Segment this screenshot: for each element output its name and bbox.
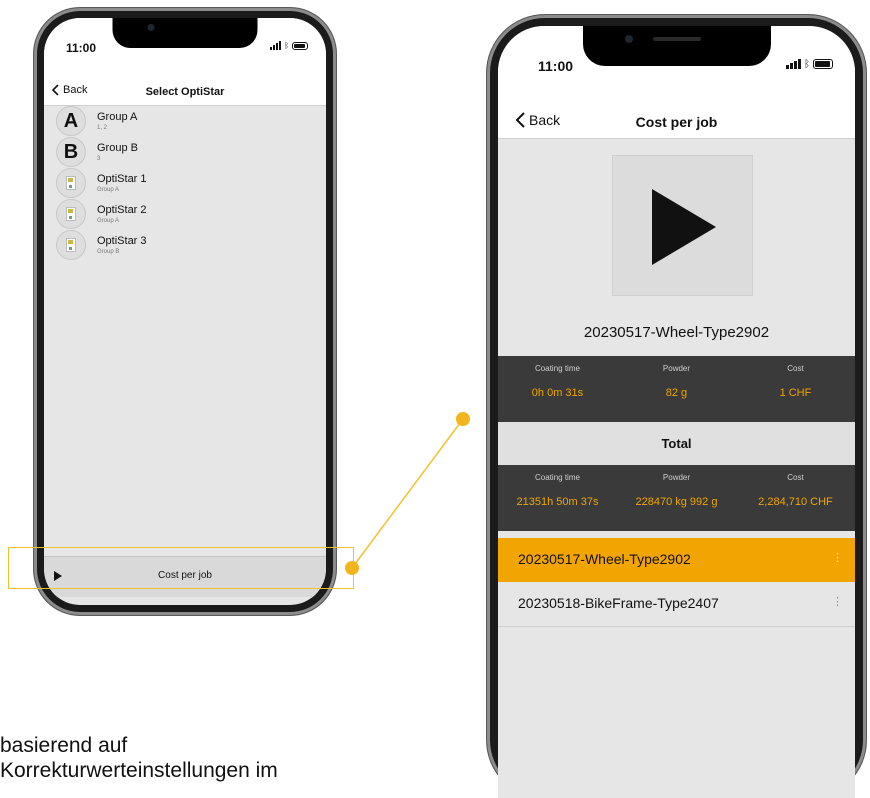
camera-icon bbox=[624, 35, 633, 43]
item-title: Group A bbox=[97, 110, 138, 123]
right-phone-bezel: 11:00 ᛒ Back Cost per job 20230517-Wheel… bbox=[498, 26, 855, 798]
item-subtitle: 3 bbox=[97, 155, 101, 162]
nav-bar: Back Cost per job bbox=[498, 106, 855, 139]
signal-icon bbox=[786, 59, 801, 69]
callout-dot-end bbox=[456, 412, 470, 426]
job-thumbnail[interactable] bbox=[612, 155, 753, 296]
list-item-group-a[interactable]: A Group A 1, 2 bbox=[56, 106, 137, 136]
total-header: Total bbox=[498, 422, 855, 465]
left-phone-screen: 11:00 ᛒ Back Select OptiStar A Group A 1,… bbox=[44, 18, 326, 605]
more-icon[interactable]: ⋮ bbox=[832, 551, 843, 564]
total-powder: Powder 228470 kg 992 g bbox=[635, 473, 718, 508]
left-phone: 11:00 ᛒ Back Select OptiStar A Group A 1,… bbox=[34, 8, 336, 615]
list-item-optistar-2[interactable]: OptiStar 2 Group A bbox=[56, 199, 147, 229]
page-title: Select OptiStar bbox=[145, 86, 225, 98]
item-subtitle: 1, 2 bbox=[97, 124, 108, 131]
job-row-label: 20230518-BikeFrame-Type2407 bbox=[518, 595, 719, 611]
total-coating-time: Coating time 21351h 50m 37s bbox=[516, 473, 599, 508]
left-phone-bezel: 11:00 ᛒ Back Select OptiStar A Group A 1,… bbox=[44, 18, 326, 605]
item-title: Group B bbox=[97, 141, 138, 154]
caption-line-1: basierend auf bbox=[0, 734, 128, 757]
speaker-icon bbox=[652, 37, 701, 41]
bluetooth-icon: ᛒ bbox=[804, 59, 810, 70]
play-icon bbox=[652, 189, 716, 265]
total-stats: Coating time 21351h 50m 37s Powder 22847… bbox=[498, 465, 855, 531]
caption: basierend auf Korrekturwerteinstellungen… bbox=[0, 733, 278, 783]
list-divider bbox=[498, 626, 855, 627]
status-icons: ᛒ bbox=[786, 59, 833, 70]
battery-icon bbox=[292, 42, 308, 50]
optistar-device-icon bbox=[56, 230, 86, 260]
notch bbox=[112, 18, 258, 48]
job-stats: Coating time 0h 0m 31s Powder 82 g Cost … bbox=[498, 356, 855, 422]
more-icon[interactable]: ⋮ bbox=[832, 595, 843, 608]
status-icons: ᛒ bbox=[270, 41, 308, 50]
item-subtitle: Group A bbox=[97, 186, 120, 193]
group-badge: A bbox=[56, 106, 86, 136]
item-subtitle: Group B bbox=[97, 248, 120, 255]
job-powder: Powder 82 g bbox=[662, 364, 691, 399]
total-cost: Cost 2,284,710 CHF bbox=[758, 473, 833, 508]
bluetooth-icon: ᛒ bbox=[284, 41, 289, 50]
job-row-selected[interactable]: 20230517-Wheel-Type2902 ⋮ bbox=[498, 538, 855, 582]
signal-icon bbox=[270, 41, 282, 50]
battery-icon bbox=[813, 59, 833, 69]
highlight-box bbox=[8, 547, 354, 589]
item-title: OptiStar 1 bbox=[97, 172, 147, 185]
job-row[interactable]: 20230518-BikeFrame-Type2407 ⋮ bbox=[498, 582, 855, 626]
list-item-group-b[interactable]: B Group B3 bbox=[56, 137, 138, 167]
right-phone: 11:00 ᛒ Back Cost per job 20230517-Wheel… bbox=[487, 15, 866, 798]
job-name: 20230517-Wheel-Type2902 bbox=[583, 324, 770, 341]
camera-icon bbox=[147, 24, 155, 31]
job-row-label: 20230517-Wheel-Type2902 bbox=[518, 551, 691, 567]
status-time: 11:00 bbox=[66, 41, 97, 55]
item-title: OptiStar 2 bbox=[97, 203, 147, 216]
nav-bar: Back Select OptiStar bbox=[44, 80, 326, 106]
caption-line-2: Korrekturwerteinstellungen im bbox=[0, 759, 278, 782]
right-phone-screen: 11:00 ᛒ Back Cost per job 20230517-Wheel… bbox=[498, 26, 855, 798]
list-item-optistar-3[interactable]: OptiStar 3 Group B bbox=[56, 230, 147, 260]
list-item-optistar-1[interactable]: OptiStar 1 Group A bbox=[56, 168, 147, 198]
job-coating-time: Coating time 0h 0m 31s bbox=[531, 364, 584, 399]
optistar-device-icon bbox=[56, 199, 86, 229]
group-badge: B bbox=[56, 137, 86, 167]
item-subtitle: Group A bbox=[97, 217, 120, 224]
status-time: 11:00 bbox=[538, 58, 574, 74]
job-cost: Cost 1 CHF bbox=[779, 364, 812, 399]
optistar-device-icon bbox=[56, 168, 86, 198]
page-title: Cost per job bbox=[635, 114, 718, 130]
notch bbox=[582, 26, 771, 66]
item-title: OptiStar 3 bbox=[97, 234, 147, 247]
